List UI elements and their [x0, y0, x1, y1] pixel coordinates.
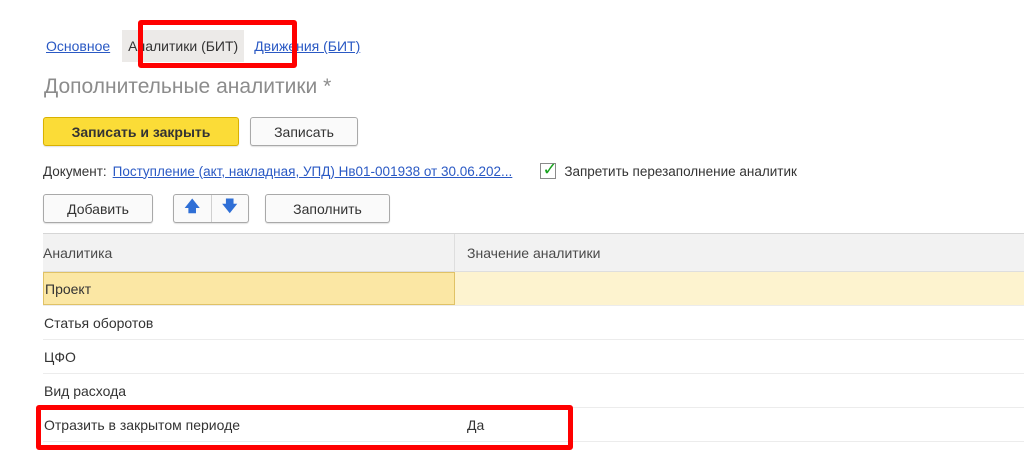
table-cell-analytics[interactable]: Проект — [43, 272, 455, 305]
document-label: Документ: — [43, 163, 107, 179]
check-icon: ✓ — [542, 159, 558, 179]
table-cell-analytics[interactable]: Вид расхода — [43, 374, 455, 407]
forbid-refill-checkbox[interactable]: ✓ — [540, 159, 557, 179]
arrow-down-icon[interactable]: 🡇 — [210, 195, 249, 222]
forbid-refill-label: Запретить перезаполнение аналитик — [564, 163, 797, 179]
move-buttons-group: 🡅 🡇 — [173, 194, 249, 223]
save-button[interactable]: Записать — [250, 117, 358, 146]
arrow-up-icon[interactable]: 🡅 — [174, 195, 211, 222]
table-row[interactable]: Отразить в закрытом периоде Да — [43, 408, 1024, 442]
table-cell-value[interactable] — [455, 340, 1024, 373]
table-cell-analytics[interactable]: Отразить в закрытом периоде — [43, 408, 455, 441]
table-row[interactable]: ЦФО — [43, 340, 1024, 374]
page-title: Дополнительные аналитики * — [44, 75, 332, 98]
table-cell-analytics[interactable]: ЦФО — [43, 340, 455, 373]
table-row[interactable]: Проект — [43, 272, 1024, 306]
table-cell-value[interactable] — [455, 306, 1024, 339]
add-button[interactable]: Добавить — [43, 194, 153, 223]
fill-button[interactable]: Заполнить — [265, 194, 390, 223]
document-row: Документ: Поступление (акт, накладная, У… — [43, 159, 797, 181]
table-cell-analytics[interactable]: Статья оборотов — [43, 306, 455, 339]
tab-bar: Основное Аналитики (БИТ) Движения (БИТ) — [46, 28, 360, 64]
column-header-value[interactable]: Значение аналитики — [455, 234, 1024, 271]
table-row[interactable]: Статья оборотов — [43, 306, 1024, 340]
table-cell-value[interactable] — [455, 374, 1024, 407]
document-link[interactable]: Поступление (акт, накладная, УПД) Нв01-0… — [113, 164, 513, 179]
tab-analytics[interactable]: Аналитики (БИТ) — [122, 30, 245, 62]
table-cell-value[interactable]: Да — [455, 408, 1024, 441]
analytics-table: Аналитика Значение аналитики Проект Стат… — [43, 233, 1024, 442]
column-header-analytics[interactable]: Аналитика — [43, 234, 455, 271]
save-and-close-button[interactable]: Записать и закрыть — [43, 117, 239, 146]
table-cell-value[interactable] — [455, 272, 1024, 305]
table-header: Аналитика Значение аналитики — [43, 234, 1024, 272]
table-row[interactable]: Вид расхода — [43, 374, 1024, 408]
tab-movements[interactable]: Движения (БИТ) — [254, 38, 360, 54]
tab-main[interactable]: Основное — [46, 38, 110, 54]
